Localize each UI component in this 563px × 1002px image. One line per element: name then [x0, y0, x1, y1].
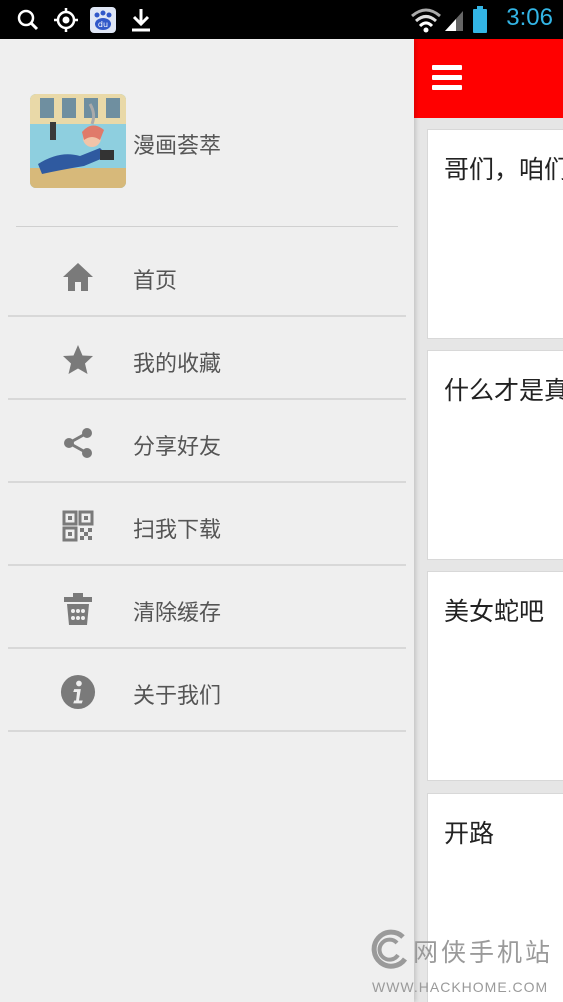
card-title: 开路 — [444, 819, 495, 848]
clock: 3:06 — [506, 4, 553, 31]
share-icon — [60, 425, 96, 461]
download-icon — [130, 7, 152, 33]
drawer-item-label: 首页 — [133, 269, 178, 294]
watermark-brand: 网侠手机站 — [413, 938, 554, 967]
card-title: 哥们，咱们 — [444, 155, 563, 184]
watermark-logo-icon — [369, 929, 411, 975]
card-title: 美女蛇吧 — [444, 597, 545, 626]
watermark: 网侠手机站 WWW.HACKHOME.COM — [365, 925, 563, 1002]
drawer-item-qr-download[interactable]: 扫我下载 — [8, 484, 406, 566]
star-icon — [60, 342, 96, 378]
qr-code-icon — [60, 508, 96, 544]
watermark-url: WWW.HACKHOME.COM — [372, 979, 549, 995]
main-content: 哥们，咱们 什么才是真 美女蛇吧 开路 — [414, 39, 563, 1002]
trash-icon — [60, 591, 96, 627]
avatar[interactable] — [30, 94, 126, 188]
drawer-item-label: 分享好友 — [133, 435, 222, 460]
divider — [16, 226, 398, 227]
navigation-drawer: 漫画荟萃 首页 我的收藏 分享好友 扫我下载 清除缓存 关于我们 — [0, 39, 414, 1002]
search-icon — [16, 7, 40, 33]
drawer-item-share[interactable]: 分享好友 — [8, 401, 406, 483]
status-bar: du 3:06 — [0, 0, 563, 39]
gps-icon — [53, 7, 79, 33]
battery-icon — [471, 6, 489, 33]
drawer-item-label: 关于我们 — [133, 684, 222, 709]
drawer-item-label: 清除缓存 — [133, 601, 222, 626]
wifi-icon — [410, 7, 442, 33]
app-name: 漫画荟萃 — [133, 134, 222, 159]
home-icon — [60, 259, 96, 295]
signal-icon — [443, 7, 465, 33]
svg-text:du: du — [98, 20, 108, 29]
drawer-item-home[interactable]: 首页 — [8, 235, 406, 317]
drawer-item-favorites[interactable]: 我的收藏 — [8, 318, 406, 400]
toolbar — [414, 39, 563, 118]
drawer-item-label: 扫我下载 — [133, 518, 222, 543]
drawer-item-label: 我的收藏 — [133, 352, 222, 377]
list-item[interactable]: 美女蛇吧 — [427, 571, 563, 781]
info-icon — [60, 674, 96, 710]
menu-icon[interactable] — [432, 65, 462, 91]
drawer-item-about[interactable]: 关于我们 — [8, 650, 406, 732]
card-title: 什么才是真 — [444, 376, 563, 405]
list-item[interactable]: 哥们，咱们 — [427, 129, 563, 339]
baidu-icon: du — [89, 7, 117, 33]
list-item[interactable]: 什么才是真 — [427, 350, 563, 560]
drawer-item-clear-cache[interactable]: 清除缓存 — [8, 567, 406, 649]
